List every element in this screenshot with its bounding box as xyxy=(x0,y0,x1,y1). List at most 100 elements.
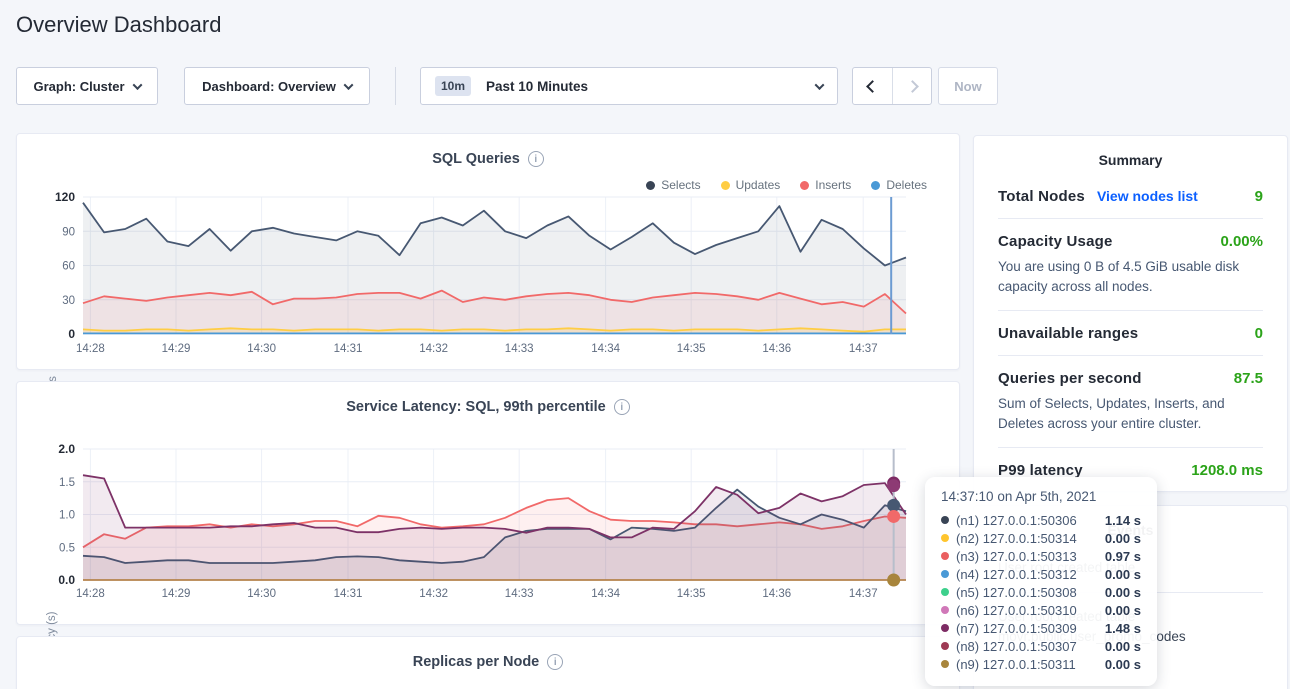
tooltip-node-row: (n8) 127.0.0.1:50307 0.00 s xyxy=(941,637,1141,655)
tooltip-node-row: (n7) 127.0.0.1:50309 1.48 s xyxy=(941,619,1141,637)
graph-scope-dropdown[interactable]: Graph: Cluster xyxy=(16,67,158,105)
summary-value: 87.5 xyxy=(1234,370,1263,387)
time-step-back-button[interactable] xyxy=(853,68,892,104)
x-axis-tick-label: 14:30 xyxy=(247,588,276,600)
time-step-arrows xyxy=(852,67,932,105)
x-axis-tick-label: 14:34 xyxy=(591,588,620,600)
x-axis-tick-label: 14:31 xyxy=(334,343,363,355)
node-address: (n1) 127.0.0.1:50306 xyxy=(956,513,1077,528)
node-address: (n3) 127.0.0.1:50313 xyxy=(956,549,1077,564)
info-icon[interactable]: i xyxy=(547,654,563,670)
x-axis-tick-label: 14:34 xyxy=(591,343,620,355)
summary-row-total-nodes: Total Nodes View nodes list 9 xyxy=(998,174,1263,219)
summary-label: Queries per second xyxy=(998,370,1142,387)
x-axis-tick-label: 14:30 xyxy=(247,343,276,355)
page-title: Overview Dashboard xyxy=(16,12,221,38)
node-latency-value: 0.00 s xyxy=(1105,657,1141,672)
y-axis-tick-label: 0 xyxy=(68,327,75,341)
chevron-right-icon xyxy=(906,80,919,93)
summary-row-capacity-usage: Capacity Usage 0.00% You are using 0 B o… xyxy=(998,219,1263,311)
now-button-label: Now xyxy=(954,79,981,94)
x-axis-tick-label: 14:29 xyxy=(162,343,191,355)
summary-row-queries-per-second: Queries per second 87.5 Sum of Selects, … xyxy=(998,356,1263,448)
tooltip-timestamp: 14:37:10 on Apr 5th, 2021 xyxy=(941,489,1141,504)
crosshair-point xyxy=(887,479,900,492)
now-button[interactable]: Now xyxy=(938,67,998,105)
summary-label: Capacity Usage xyxy=(998,233,1113,250)
time-window-badge: 10m xyxy=(435,76,471,96)
summary-label: Total Nodes xyxy=(998,188,1085,205)
sql-queries-chart[interactable]: 14:28 14:29 14:30 14:31 14:32 14:33 14:34 14:35… xyxy=(17,189,959,367)
node-color-dot xyxy=(941,588,949,596)
time-step-forward-button[interactable] xyxy=(892,68,931,104)
node-address: (n9) 127.0.0.1:50311 xyxy=(956,657,1076,672)
node-latency-value: 0.00 s xyxy=(1105,585,1141,600)
x-axis-tick-label: 14:35 xyxy=(677,588,706,600)
replicas-per-node-title: Replicas per Node xyxy=(413,654,540,670)
tooltip-node-row: (n3) 127.0.0.1:503130.97 s xyxy=(941,547,1141,565)
crosshair-point xyxy=(887,499,900,512)
tooltip-node-row: (n4) 127.0.0.1:503120.00 s xyxy=(941,565,1141,583)
chevron-left-icon xyxy=(866,80,879,93)
service-latency-chart-card: Service Latency: SQL, 99th percentile i … xyxy=(16,381,960,625)
y-axis-tick-label: 90 xyxy=(62,226,75,238)
node-address: (n8) 127.0.0.1:50307 xyxy=(956,639,1077,654)
x-axis-tick-label: 14:33 xyxy=(505,588,534,600)
view-nodes-list-link[interactable]: View nodes list xyxy=(1097,188,1198,204)
node-latency-value: 0.00 s xyxy=(1105,603,1141,618)
dashboard-dropdown-label: Dashboard: Overview xyxy=(202,79,336,94)
node-color-dot xyxy=(941,570,949,578)
replicas-per-node-chart-card: Replicas per Node i xyxy=(16,636,960,689)
node-address: (n4) 127.0.0.1:50312 xyxy=(956,567,1077,582)
node-color-dot xyxy=(941,624,949,632)
y-axis-tick-label: 1.5 xyxy=(59,477,75,489)
tooltip-time: 14:37:10 xyxy=(941,489,994,504)
x-axis-tick-label: 14:35 xyxy=(677,343,706,355)
chart-title: Replicas per Node i xyxy=(17,654,959,670)
summary-value: 0 xyxy=(1255,325,1263,342)
time-range-dropdown[interactable]: 10m Past 10 Minutes xyxy=(420,67,838,105)
node-address: (n6) 127.0.0.1:50310 xyxy=(956,603,1077,618)
node-latency-value: 0.00 s xyxy=(1105,639,1141,654)
y-axis-tick-label: 30 xyxy=(62,295,75,307)
y-axis-tick-label: 60 xyxy=(62,261,75,273)
tooltip-node-row: (n5) 127.0.0.1:50308 0.00 s xyxy=(941,583,1141,601)
summary-description: Sum of Selects, Updates, Inserts, and De… xyxy=(998,394,1263,434)
x-axis-tick-label: 14:32 xyxy=(419,343,448,355)
x-axis-tick-label: 14:37 xyxy=(849,588,878,600)
summary-description: You are using 0 B of 4.5 GiB usable disk… xyxy=(998,257,1263,297)
chart-title: Service Latency: SQL, 99th percentile i xyxy=(17,399,959,415)
node-address: (n5) 127.0.0.1:50308 xyxy=(956,585,1077,600)
tooltip-date: on Apr 5th, 2021 xyxy=(994,489,1097,504)
summary-label: Unavailable ranges xyxy=(998,325,1138,342)
node-color-dot xyxy=(941,642,949,650)
dashboard-dropdown[interactable]: Dashboard: Overview xyxy=(184,67,370,105)
info-icon[interactable]: i xyxy=(614,399,630,415)
tooltip-rows: (n1) 127.0.0.1:50306 1.14 s (n2) 127.0.0.1… xyxy=(941,511,1141,673)
overview-dashboard-page: Overview Dashboard Graph: Cluster Dashbo… xyxy=(0,0,1290,689)
x-axis-tick-label: 14:36 xyxy=(762,343,791,355)
summary-title: Summary xyxy=(998,152,1263,168)
tooltip-node-row: (n6) 127.0.0.1:50310 0.00 s xyxy=(941,601,1141,619)
y-axis-tick-label: 1.0 xyxy=(59,510,75,522)
node-latency-value: 1.14 s xyxy=(1105,513,1141,528)
chevron-down-icon xyxy=(815,80,825,90)
x-axis-tick-label: 14:28 xyxy=(76,343,105,355)
x-axis-tick-label: 14:29 xyxy=(162,588,191,600)
node-color-dot xyxy=(941,516,949,524)
graph-scope-dropdown-label: Graph: Cluster xyxy=(33,79,124,94)
node-latency-value: 1.48 s xyxy=(1105,621,1141,636)
sql-queries-chart-card: SQL Queries i SelectsUpdatesInsertsDelet… xyxy=(16,133,960,370)
chevron-down-icon xyxy=(132,80,142,90)
y-axis-tick-label: 120 xyxy=(55,190,75,204)
node-color-dot xyxy=(941,552,949,560)
node-address: (n2) 127.0.0.1:50314 xyxy=(956,531,1077,546)
x-axis-tick-label: 14:33 xyxy=(505,343,534,355)
service-latency-chart[interactable]: 14:2814:2914:3014:3114:3214:3314:3414:35… xyxy=(17,430,959,602)
tooltip-node-row: (n9) 127.0.0.1:50311 0.00 s xyxy=(941,655,1141,673)
info-icon[interactable]: i xyxy=(528,151,544,167)
node-address: (n7) 127.0.0.1:50309 xyxy=(956,621,1077,636)
node-color-dot xyxy=(941,660,949,668)
crosshair-point xyxy=(887,574,900,587)
x-axis-tick-label: 14:31 xyxy=(334,588,363,600)
